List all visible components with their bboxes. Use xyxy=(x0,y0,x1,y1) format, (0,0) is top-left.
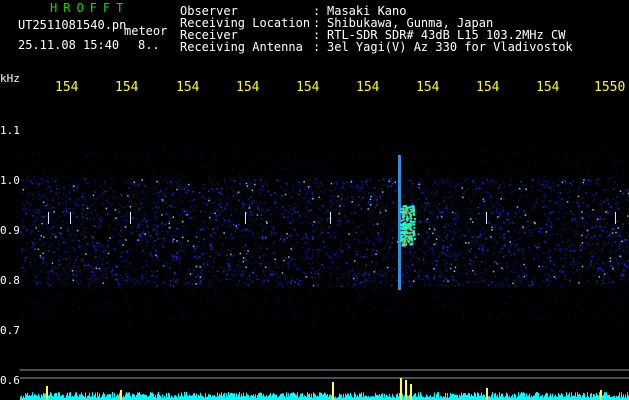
x-tick-label: 154 xyxy=(536,80,560,95)
date-extra: 8.. xyxy=(138,38,160,52)
y-axis-unit: kHz xyxy=(0,72,20,85)
x-tick-label: 154 xyxy=(296,80,320,95)
date-time: 25.11.08 15:40 xyxy=(18,38,120,52)
x-tick-label: 1550 xyxy=(594,80,626,95)
x-tick-label: 154 xyxy=(476,80,500,95)
x-tick-label: 154 xyxy=(176,80,200,95)
y-tick-label: 0.8 xyxy=(0,274,20,287)
y-tick-label: 0.9 xyxy=(0,224,20,237)
file-name: UT2511081540.pn xyxy=(18,18,127,32)
y-tick-label: 1.1 xyxy=(0,124,20,137)
x-tick-label: 154 xyxy=(55,80,79,95)
info-sep: : xyxy=(313,40,321,54)
x-tick-label: 154 xyxy=(356,80,380,95)
info-value-antenna: 3el Yagi(V) Az 330 for Vladivostok xyxy=(327,40,573,54)
app-title: HROFFT xyxy=(50,1,130,15)
file-tag: meteor xyxy=(124,24,168,38)
spectrogram-plot xyxy=(0,0,629,400)
info-label-antenna: Receiving Antenna xyxy=(180,40,303,54)
x-tick-label: 154 xyxy=(416,80,440,95)
y-tick-label: 0.6 xyxy=(0,374,20,387)
x-tick-label: 154 xyxy=(115,80,139,95)
x-tick-label: 154 xyxy=(236,80,260,95)
y-tick-label: 0.7 xyxy=(0,324,20,337)
y-tick-label: 1.0 xyxy=(0,174,20,187)
